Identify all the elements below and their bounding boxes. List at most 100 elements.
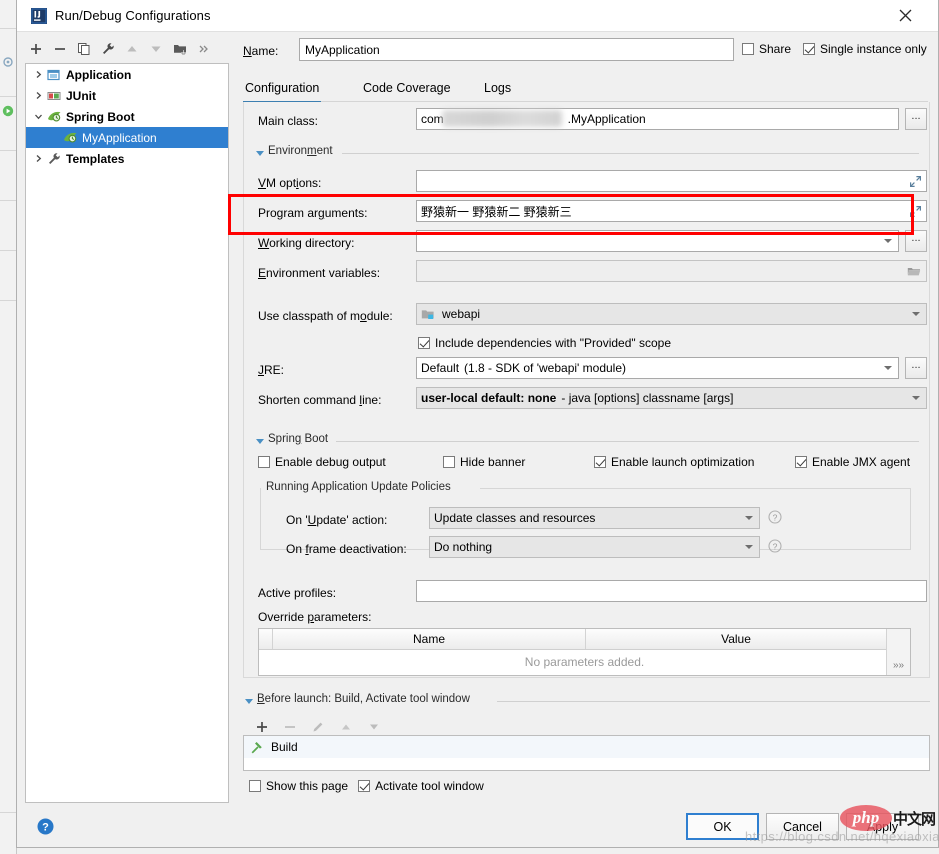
on-frame-deactivation-combo[interactable]: Do nothing: [429, 536, 760, 558]
checkbox-box: [418, 337, 430, 349]
tree-item-application[interactable]: Application: [26, 64, 228, 85]
jre-browse-button[interactable]: ...: [905, 357, 927, 379]
main-class-browse-button[interactable]: ...: [905, 108, 927, 130]
on-update-action-help-icon[interactable]: ?: [768, 510, 782, 524]
triangle-down-icon[interactable]: [145, 38, 167, 60]
share-checkbox[interactable]: Share: [742, 42, 791, 56]
expand-label: »»: [892, 660, 905, 671]
tree-item-myapplication[interactable]: MyApplication: [26, 127, 228, 148]
override-parameters-label: Override parameters:: [258, 610, 372, 624]
working-directory-combo[interactable]: [416, 230, 899, 252]
share-label: Share: [759, 42, 792, 56]
more-options-button[interactable]: [193, 38, 215, 60]
include-provided-scope-checkbox[interactable]: Include dependencies with "Provided" sco…: [418, 336, 671, 350]
chevron-right-icon[interactable]: [30, 67, 46, 83]
chevron-down-icon[interactable]: [884, 239, 892, 243]
working-directory-label: Working directory:: [258, 236, 355, 250]
on-frame-deactivation-value: Do nothing: [434, 540, 493, 554]
active-profiles-label: Active profiles:: [258, 586, 337, 600]
checkbox-box: [594, 456, 606, 468]
configurations-tree[interactable]: Application JUnit Spring Boot MyApplicat…: [25, 63, 229, 803]
activate-tool-window-checkbox[interactable]: Activate tool window: [358, 779, 484, 793]
chevron-down-icon[interactable]: [30, 109, 46, 125]
tree-item-spring-boot[interactable]: Spring Boot: [26, 106, 228, 127]
show-this-page-label: Show this page: [266, 779, 349, 793]
use-classpath-of-module-combo[interactable]: webapi: [416, 303, 927, 325]
on-frame-deactivation-help-icon[interactable]: ?: [768, 539, 782, 553]
enable-jmx-agent-checkbox[interactable]: Enable JMX agent: [795, 455, 910, 469]
name-label: Name:: [243, 44, 279, 58]
tab-logs[interactable]: Logs: [482, 75, 513, 101]
folder-icon[interactable]: [907, 265, 921, 278]
tab-label: Configuration: [245, 81, 320, 95]
wrench-icon[interactable]: [97, 38, 119, 60]
spring-boot-icon: [46, 109, 62, 125]
single-instance-only-checkbox[interactable]: Single instance only: [803, 42, 927, 56]
tab-configuration[interactable]: Configuration: [243, 75, 322, 103]
watermark-brand-text: php: [840, 805, 892, 831]
close-icon[interactable]: [882, 0, 928, 31]
chevron-down-icon[interactable]: [912, 312, 920, 316]
program-arguments-field[interactable]: 野猿新一 野猿新二 野猿新三: [416, 200, 927, 222]
before-launch-section-header[interactable]: Before launch: Build, Activate tool wind…: [243, 693, 930, 709]
jre-combo[interactable]: Default (1.8 - SDK of 'webapi' module): [416, 357, 899, 379]
triangle-down-icon[interactable]: [256, 151, 264, 156]
enable-debug-output-label: Enable debug output: [275, 455, 386, 469]
copy-configuration-button[interactable]: [73, 38, 95, 60]
svg-text:?: ?: [773, 512, 778, 522]
shorten-command-line-combo[interactable]: user-local default: none - java [options…: [416, 387, 927, 409]
folder-add-icon[interactable]: [169, 38, 191, 60]
chevron-down-icon[interactable]: [745, 545, 753, 549]
spring-boot-section-header[interactable]: Spring Boot: [244, 433, 929, 449]
table-header-value[interactable]: Value: [586, 629, 886, 649]
expand-editor-icon[interactable]: [909, 205, 922, 218]
override-parameters-table[interactable]: Name Value No parameters added. »»: [258, 628, 911, 676]
before-launch-section-title: Before launch: Build, Activate tool wind…: [257, 693, 476, 705]
tab-code-coverage[interactable]: Code Coverage: [361, 75, 453, 101]
vm-options-field[interactable]: [416, 170, 927, 192]
chevron-down-icon[interactable]: [745, 516, 753, 520]
enable-debug-output-checkbox[interactable]: Enable debug output: [258, 455, 386, 469]
environment-section-header[interactable]: Environment: [244, 145, 929, 161]
override-parameters-expand-button[interactable]: »»: [886, 629, 910, 675]
table-header-name[interactable]: Name: [273, 629, 586, 649]
module-icon: [421, 308, 437, 321]
on-update-action-combo[interactable]: Update classes and resources: [429, 507, 760, 529]
triangle-up-icon[interactable]: [121, 38, 143, 60]
checkbox-box: [742, 43, 754, 55]
ok-label: OK: [713, 819, 732, 834]
before-launch-item-build[interactable]: Build: [244, 736, 929, 758]
chevron-right-icon[interactable]: [30, 151, 46, 167]
show-this-page-checkbox[interactable]: Show this page: [249, 779, 348, 793]
enable-launch-optimization-label: Enable launch optimization: [611, 455, 755, 469]
watermark-url: https://blog.csdn.net/hqexiaoxiao: [745, 829, 939, 844]
active-profiles-field[interactable]: [416, 580, 927, 602]
chevron-down-icon[interactable]: [912, 396, 920, 400]
vm-options-label: VM options:: [258, 176, 322, 190]
chevron-down-icon[interactable]: [884, 366, 892, 370]
screenshot-root: Run/Debug Configurations Application JUn…: [0, 0, 939, 854]
remove-configuration-button[interactable]: [49, 38, 71, 60]
hide-banner-checkbox[interactable]: Hide banner: [443, 455, 525, 469]
environment-variables-field[interactable]: [416, 260, 927, 282]
tree-item-junit[interactable]: JUnit: [26, 85, 228, 106]
triangle-down-icon[interactable]: [245, 699, 253, 704]
dialog-titlebar: Run/Debug Configurations: [17, 0, 938, 32]
help-icon[interactable]: ?: [37, 818, 54, 835]
tab-label: Logs: [484, 81, 512, 95]
shorten-command-line-label: Shorten command line:: [258, 393, 382, 407]
triangle-down-icon[interactable]: [256, 439, 264, 444]
watermark-brand: php 中文网: [840, 805, 936, 831]
tree-item-templates[interactable]: Templates: [26, 148, 228, 169]
add-configuration-button[interactable]: [25, 38, 47, 60]
tree-item-label: MyApplication: [82, 130, 157, 145]
expand-editor-icon[interactable]: [909, 175, 922, 188]
enable-launch-optimization-checkbox[interactable]: Enable launch optimization: [594, 455, 754, 469]
chevron-right-icon[interactable]: [30, 88, 46, 104]
activate-tool-window-label: Activate tool window: [375, 779, 484, 793]
name-input[interactable]: [299, 38, 734, 61]
working-directory-browse-button[interactable]: ...: [905, 230, 927, 252]
hide-banner-label: Hide banner: [460, 455, 526, 469]
svg-text:?: ?: [42, 821, 49, 833]
before-launch-list[interactable]: Build: [243, 735, 930, 771]
